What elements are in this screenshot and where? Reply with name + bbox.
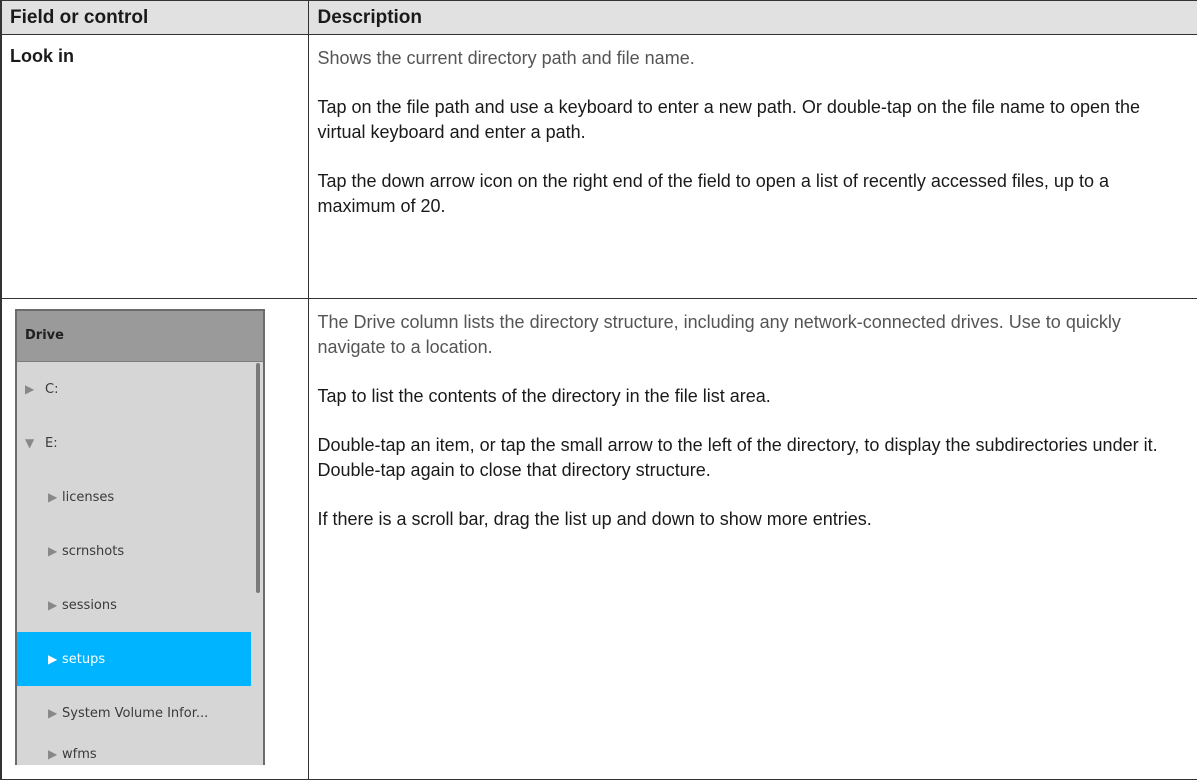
drive-tree-item-label: licenses	[62, 490, 115, 505]
drive-tree-item-label: scrnshots	[62, 544, 125, 559]
description-cell-drive: The Drive column lists the directory str…	[307, 298, 1197, 780]
expanded-arrow-icon[interactable]: ▼	[25, 416, 45, 470]
collapsed-arrow-icon[interactable]: ▶	[48, 740, 62, 765]
table-row-drive: Drive ▶ C: ▼ E: ▶ licenses ▶ scrnshots ▶ sessions…	[0, 298, 1197, 780]
drive-tree-item[interactable]: ▶ sessions	[17, 578, 263, 632]
drive-tree-item-label: sessions	[62, 598, 117, 613]
field-description-table: Field or control Description Look in Sho…	[0, 0, 1197, 780]
drive-panel-screenshot: Drive ▶ C: ▼ E: ▶ licenses ▶ scrnshots ▶ sessions…	[15, 309, 265, 765]
description-paragraph: Tap on the file path and use a keyboard …	[317, 97, 1141, 142]
description-paragraph: Tap to list the contents of the director…	[317, 386, 771, 406]
field-name-look-in: Look in	[0, 34, 309, 299]
description-cell-look-in: Shows the current directory path and fil…	[307, 34, 1197, 299]
drive-tree-item-label: E:	[45, 436, 58, 451]
drive-tree-item[interactable]: ▶ scrnshots	[17, 524, 263, 578]
drive-tree-item[interactable]: ▶ licenses	[17, 470, 263, 524]
table-row-look-in: Look in Shows the current directory path…	[0, 34, 1197, 299]
collapsed-arrow-icon[interactable]: ▶	[48, 632, 62, 686]
drive-tree-item[interactable]: ▶ wfms	[17, 740, 263, 765]
description-paragraph: Tap the down arrow icon on the right end…	[317, 171, 1109, 216]
drive-tree-item-label: wfms	[62, 747, 97, 762]
collapsed-arrow-icon[interactable]: ▶	[48, 524, 62, 578]
description-paragraph: Shows the current directory path and fil…	[317, 48, 695, 68]
drive-tree-item-label: C:	[45, 382, 59, 397]
collapsed-arrow-icon[interactable]: ▶	[25, 362, 45, 416]
column-header-description: Description	[307, 0, 1197, 35]
collapsed-arrow-icon[interactable]: ▶	[48, 578, 62, 632]
column-header-field: Field or control	[0, 0, 309, 35]
drive-tree-item-label: setups	[62, 652, 106, 667]
drive-column-header: Drive	[17, 311, 263, 362]
description-paragraph: The Drive column lists the directory str…	[317, 312, 1121, 357]
description-paragraph: If there is a scroll bar, drag the list …	[317, 509, 872, 529]
drive-tree-item[interactable]: ▼ E:	[17, 416, 263, 470]
drive-tree-item-label: System Volume Infor...	[62, 706, 209, 721]
collapsed-arrow-icon[interactable]: ▶	[48, 470, 62, 524]
drive-tree-item[interactable]: ▶ C:	[17, 362, 263, 416]
table-header-row: Field or control Description	[0, 0, 1197, 35]
drive-tree-list: ▶ C: ▼ E: ▶ licenses ▶ scrnshots ▶ sessions ▶ setup…	[17, 362, 263, 765]
field-image-drive: Drive ▶ C: ▼ E: ▶ licenses ▶ scrnshots ▶ sessions…	[0, 298, 309, 780]
drive-tree-item[interactable]: ▶ System Volume Infor...	[17, 686, 263, 740]
drive-tree-item[interactable]: ▶ setups	[17, 632, 251, 686]
collapsed-arrow-icon[interactable]: ▶	[48, 686, 62, 740]
description-paragraph: Double-tap an item, or tap the small arr…	[317, 435, 1158, 480]
drive-scrollbar	[256, 363, 260, 593]
